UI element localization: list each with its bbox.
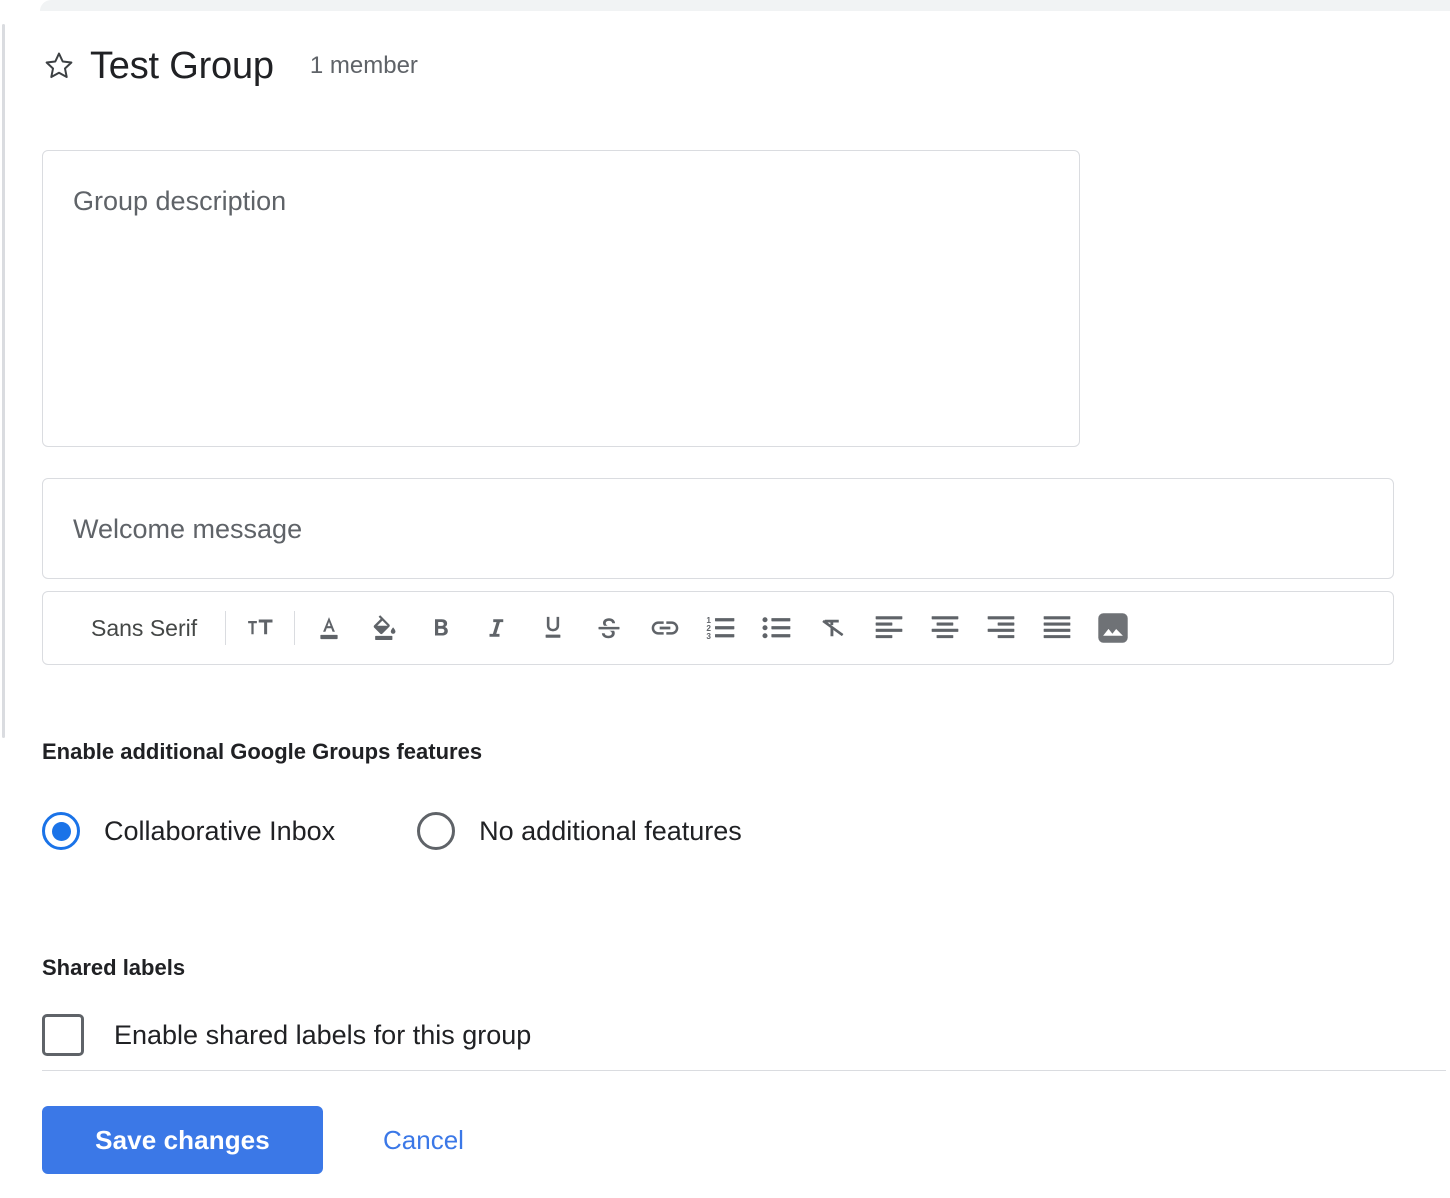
strikethrough-icon[interactable]: [581, 600, 637, 656]
shared-labels-checkbox-label: Enable shared labels for this group: [114, 1020, 532, 1050]
underline-icon[interactable]: [525, 600, 581, 656]
radio-mark-selected[interactable]: [42, 812, 80, 850]
save-changes-button[interactable]: Save changes: [42, 1106, 323, 1174]
member-count: 1 member: [309, 52, 418, 79]
toolbar-divider: [225, 611, 227, 645]
svg-text:3: 3: [706, 632, 711, 641]
align-center-icon[interactable]: [917, 600, 973, 656]
cancel-button[interactable]: Cancel: [371, 1106, 476, 1174]
numbered-list-icon[interactable]: 1 2 3: [693, 600, 749, 656]
group-settings-page: Test Group 1 member Group description We…: [0, 0, 1450, 1198]
align-left-icon[interactable]: [861, 600, 917, 656]
font-size-icon[interactable]: [232, 600, 288, 656]
shared-labels-checkbox[interactable]: [42, 1014, 84, 1056]
features-radio-group: Collaborative Inbox No additional featur…: [42, 812, 742, 850]
radio-option-no-additional-features[interactable]: No additional features: [417, 812, 742, 850]
window-top-strip: [40, 0, 1450, 11]
radio-option-collaborative-inbox[interactable]: Collaborative Inbox: [42, 812, 335, 850]
insert-image-icon[interactable]: [1085, 600, 1141, 656]
footer-divider: [42, 1070, 1446, 1071]
font-family-selector[interactable]: Sans Serif: [59, 615, 219, 642]
welcome-message-input[interactable]: Welcome message: [42, 478, 1394, 579]
group-description-input[interactable]: Group description: [42, 150, 1080, 447]
star-outline-icon[interactable]: [42, 49, 76, 83]
page-title: Test Group: [90, 45, 274, 87]
shared-labels-heading: Shared labels: [42, 955, 186, 980]
bulleted-list-icon[interactable]: [749, 600, 805, 656]
radio-mark-unselected[interactable]: [417, 812, 456, 850]
text-color-icon[interactable]: [301, 600, 357, 656]
link-icon[interactable]: [637, 600, 693, 656]
left-edge-rail: [2, 24, 5, 738]
features-heading: Enable additional Google Groups features: [42, 739, 483, 764]
bold-icon[interactable]: [413, 600, 469, 656]
page-header: Test Group 1 member: [42, 44, 418, 88]
radio-label-no-additional-features: No additional features: [479, 816, 742, 846]
rich-text-toolbar: Sans Serif 1 2 3: [42, 591, 1394, 665]
group-description-placeholder: Group description: [73, 186, 287, 216]
footer-actions: Save changes Cancel: [42, 1106, 476, 1174]
toolbar-divider: [294, 611, 296, 645]
welcome-message-placeholder: Welcome message: [73, 513, 303, 544]
align-justify-icon[interactable]: [1029, 600, 1085, 656]
shared-labels-checkbox-row[interactable]: Enable shared labels for this group: [42, 1014, 531, 1056]
radio-label-collaborative-inbox: Collaborative Inbox: [104, 816, 336, 846]
remove-formatting-icon[interactable]: [805, 600, 861, 656]
align-right-icon[interactable]: [973, 600, 1029, 656]
italic-icon[interactable]: [469, 600, 525, 656]
fill-color-icon[interactable]: [357, 600, 413, 656]
